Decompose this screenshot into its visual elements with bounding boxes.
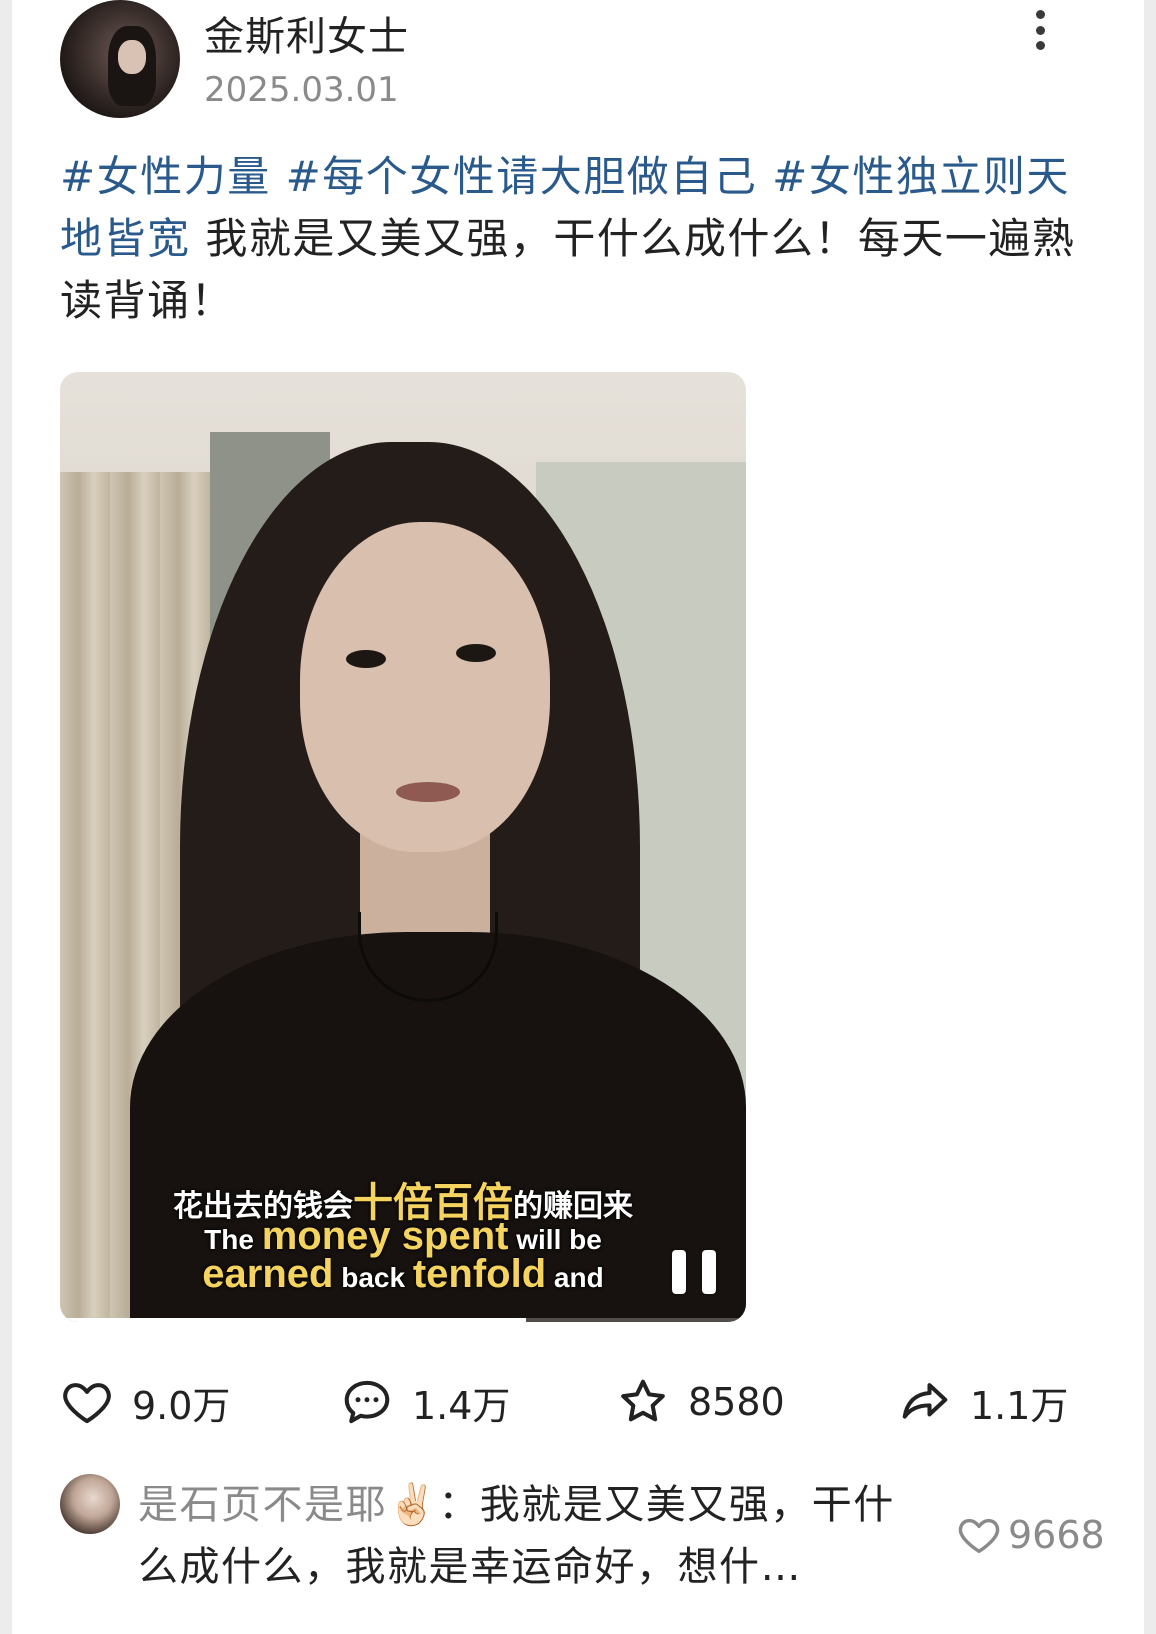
favorite-button[interactable]: 8580 xyxy=(616,1372,785,1432)
like-button[interactable]: 9.0万 xyxy=(60,1372,230,1432)
video-frame-face xyxy=(300,522,550,852)
post-date: 2025.03.01 xyxy=(204,70,399,110)
subtitle-english-line2: earned back tenfold and xyxy=(202,1252,604,1296)
post-caption: #女性力量 #每个女性请大胆做自己 #女性独立则天地皆宽 我就是又美又强，干什么… xyxy=(60,146,1100,332)
more-options-icon[interactable] xyxy=(1022,6,1058,54)
commenter-name[interactable]: 是石页不是耶 xyxy=(138,1482,387,1528)
comment-count: 1.4万 xyxy=(412,1383,511,1428)
video-frame-eye xyxy=(346,650,386,668)
comment-bubble-icon xyxy=(344,1380,390,1424)
star-icon xyxy=(621,1379,665,1422)
caption-text: 我就是又美又强，干什么成什么！每天一遍熟读背诵！ xyxy=(60,214,1076,325)
action-bar: 9.0万 1.4万 8580 1.1万 xyxy=(60,1372,1100,1432)
author-avatar[interactable] xyxy=(60,0,180,118)
commenter-avatar[interactable] xyxy=(60,1474,120,1534)
pause-icon[interactable] xyxy=(672,1250,716,1294)
share-arrow-icon xyxy=(902,1383,948,1419)
hashtag-link[interactable]: #每个女性请大胆做自己 xyxy=(286,152,758,201)
favorite-count: 8580 xyxy=(688,1380,785,1424)
heart-icon xyxy=(63,1383,111,1424)
video-frame-eye xyxy=(456,644,496,662)
commenter-emoji: ✌🏻 xyxy=(387,1482,439,1528)
video-player[interactable]: 花出去的钱会十倍百倍的赚回来 The money spent will be e… xyxy=(60,372,746,1322)
hashtag-link[interactable]: #女性力量 xyxy=(60,152,271,201)
author-name[interactable]: 金斯利女士 xyxy=(204,4,409,62)
like-count: 9.0万 xyxy=(132,1383,231,1428)
comment-like-count: 9668 xyxy=(1008,1513,1105,1557)
top-comment[interactable]: 是石页不是耶✌🏻：我就是又美又强，干什么成什么，我就是幸运命好，想什… xyxy=(138,1474,918,1598)
avatar-face xyxy=(118,40,146,74)
video-progress-fill xyxy=(60,1318,527,1322)
heart-icon xyxy=(958,1518,1000,1554)
share-button[interactable]: 1.1万 xyxy=(898,1372,1068,1432)
post-page: 金斯利女士 2025.03.01 #女性力量 #每个女性请大胆做自己 #女性独立… xyxy=(12,0,1144,1634)
comment-button[interactable]: 1.4万 xyxy=(340,1372,510,1432)
share-count: 1.1万 xyxy=(970,1383,1069,1428)
comment-like-button[interactable]: 9668 xyxy=(956,1510,1105,1560)
video-frame-lips xyxy=(396,782,460,802)
